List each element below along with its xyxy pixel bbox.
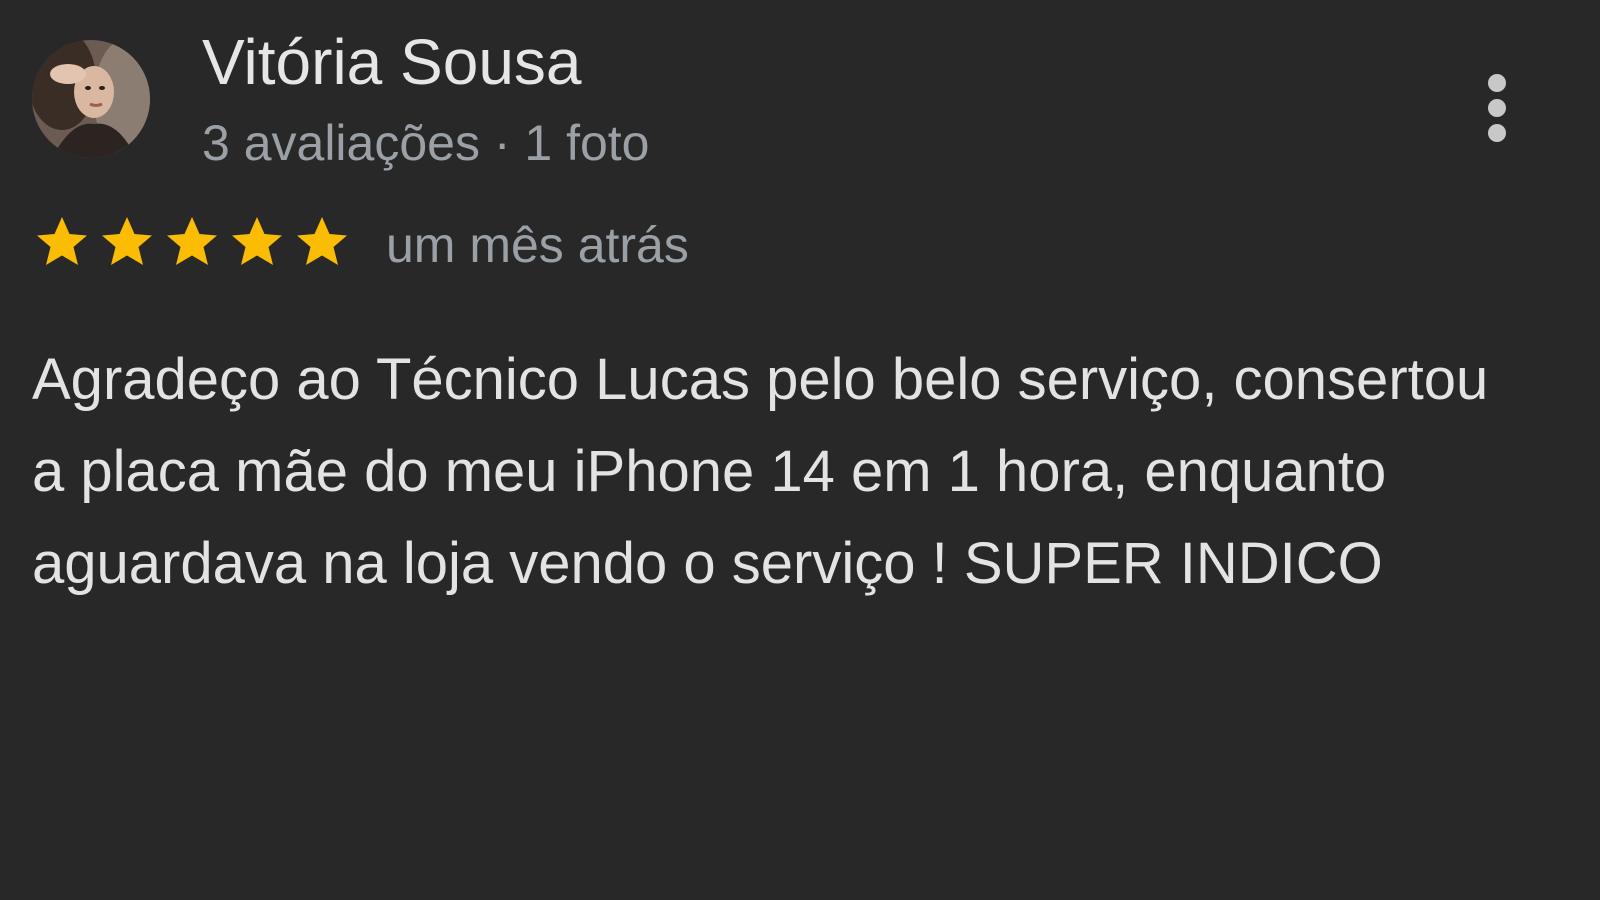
reviewer-avatar[interactable] — [32, 40, 150, 158]
star-icon — [294, 214, 350, 270]
more-options-button[interactable] — [1484, 70, 1516, 146]
review-date: um mês atrás — [386, 217, 689, 273]
star-icon — [164, 214, 220, 270]
reviewer-name[interactable]: Vitória Sousa — [202, 26, 582, 98]
avatar-image — [32, 40, 150, 158]
review-text: Agradeço ao Técnico Lucas pelo belo serv… — [32, 347, 1489, 596]
reviewer-stats: 3 avaliações · 1 foto — [202, 115, 650, 171]
star-icon — [34, 214, 90, 270]
star-icon — [99, 214, 155, 270]
star-icon — [229, 214, 285, 270]
more-vert-icon — [1488, 74, 1506, 92]
star-rating — [34, 214, 350, 270]
